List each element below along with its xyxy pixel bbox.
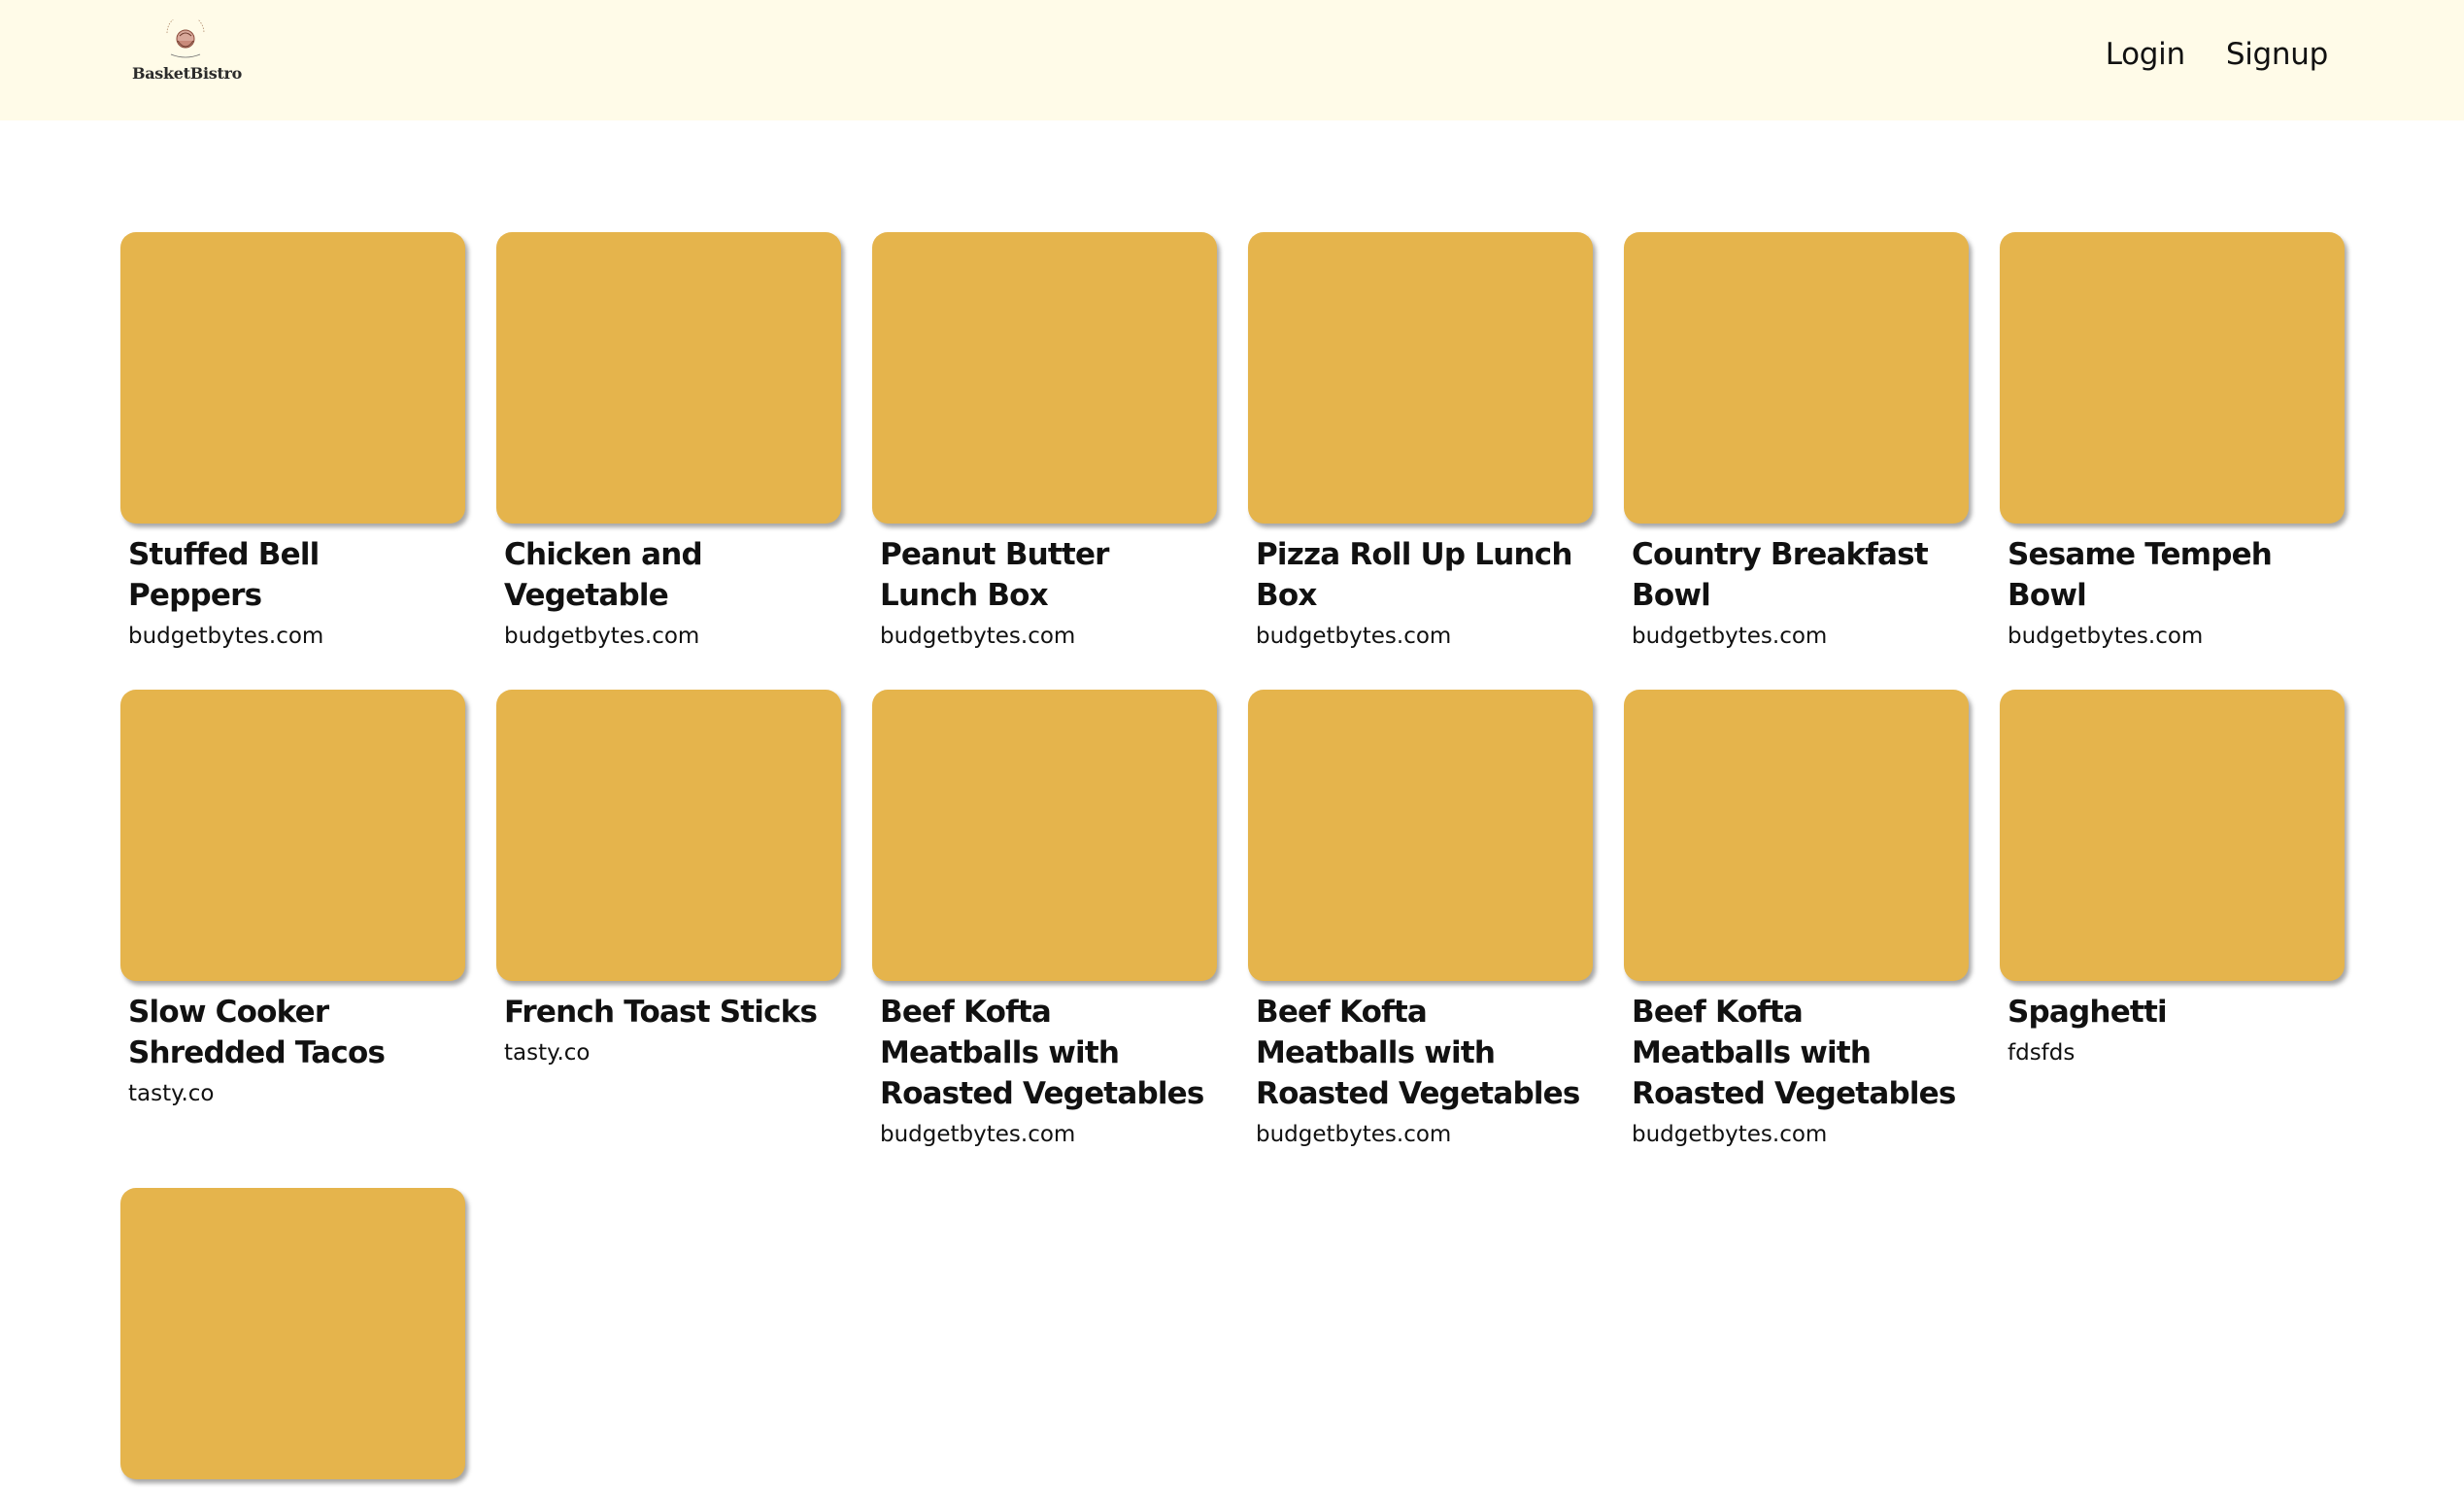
recipe-title[interactable]: Sesame Tempeh Bowl	[2008, 534, 2337, 616]
login-link[interactable]: Login	[2106, 37, 2185, 72]
site-header: BasketBistro Login Signup	[0, 0, 2464, 120]
recipe-source: fdsfds	[2008, 1040, 2076, 1066]
top-nav: Login Signup	[2106, 37, 2329, 72]
recipe-card[interactable]: Country Breakfast Bowl budgetbytes.com	[1624, 232, 1969, 651]
recipe-source: budgetbytes.com	[504, 624, 700, 649]
recipe-card[interactable]	[120, 1188, 465, 1490]
recipe-image[interactable]	[120, 690, 465, 981]
recipe-card[interactable]: Beef Kofta Meatballs with Roasted Vegeta…	[1624, 690, 1969, 1149]
recipe-card[interactable]: Stuffed Bell Peppers budgetbytes.com	[120, 232, 465, 651]
recipe-title[interactable]: Spaghetti	[2008, 992, 2337, 1033]
recipe-image[interactable]	[1248, 232, 1593, 524]
site-logo[interactable]: BasketBistro	[132, 19, 243, 95]
recipe-card[interactable]: Beef Kofta Meatballs with Roasted Vegeta…	[872, 690, 1217, 1149]
recipe-source: budgetbytes.com	[2008, 624, 2204, 649]
recipe-title[interactable]: Slow Cooker Shredded Tacos	[128, 992, 457, 1073]
recipe-image[interactable]	[120, 232, 465, 524]
recipe-source: budgetbytes.com	[128, 624, 324, 649]
recipe-source: tasty.co	[504, 1040, 591, 1066]
logo-text: BasketBistro	[132, 64, 243, 83]
recipe-title[interactable]: Country Breakfast Bowl	[1632, 534, 1961, 616]
recipe-image[interactable]	[496, 690, 841, 981]
recipe-card[interactable]: Pizza Roll Up Lunch Box budgetbytes.com	[1248, 232, 1593, 651]
recipe-image[interactable]	[2000, 232, 2345, 524]
recipe-source: budgetbytes.com	[1256, 1122, 1452, 1147]
recipe-card[interactable]: Chicken and Vegetable budgetbytes.com	[496, 232, 841, 651]
recipe-image[interactable]	[2000, 690, 2345, 981]
recipe-card[interactable]: Sesame Tempeh Bowl budgetbytes.com	[2000, 232, 2345, 651]
recipe-title[interactable]: Stuffed Bell Peppers	[128, 534, 457, 616]
recipe-title[interactable]: Beef Kofta Meatballs with Roasted Vegeta…	[1256, 992, 1585, 1114]
recipe-image[interactable]	[120, 1188, 465, 1479]
recipe-title[interactable]: Pizza Roll Up Lunch Box	[1256, 534, 1585, 616]
recipe-card[interactable]: Slow Cooker Shredded Tacos tasty.co	[120, 690, 465, 1149]
recipe-card[interactable]: French Toast Sticks tasty.co	[496, 690, 841, 1149]
recipe-source: budgetbytes.com	[880, 624, 1076, 649]
recipe-title[interactable]: Beef Kofta Meatballs with Roasted Vegeta…	[880, 992, 1209, 1114]
recipe-image[interactable]	[1624, 232, 1969, 524]
recipe-source: budgetbytes.com	[880, 1122, 1076, 1147]
recipe-source: budgetbytes.com	[1256, 624, 1452, 649]
recipe-source: budgetbytes.com	[1632, 624, 1828, 649]
recipe-image[interactable]	[872, 690, 1217, 981]
recipe-title[interactable]: Peanut Butter Lunch Box	[880, 534, 1209, 616]
signup-link[interactable]: Signup	[2226, 37, 2328, 72]
recipe-title[interactable]: Chicken and Vegetable	[504, 534, 833, 616]
recipe-card[interactable]: Spaghetti fdsfds	[2000, 690, 2345, 1149]
recipe-source: tasty.co	[128, 1081, 215, 1106]
recipe-source: budgetbytes.com	[1632, 1122, 1828, 1147]
recipe-image[interactable]	[872, 232, 1217, 524]
recipe-grid: Stuffed Bell Peppers budgetbytes.com Chi…	[120, 232, 2346, 1490]
recipe-card[interactable]: Beef Kofta Meatballs with Roasted Vegeta…	[1248, 690, 1593, 1149]
basket-logo-icon	[166, 19, 205, 58]
recipe-card[interactable]: Peanut Butter Lunch Box budgetbytes.com	[872, 232, 1217, 651]
recipe-image[interactable]	[1624, 690, 1969, 981]
recipe-image[interactable]	[1248, 690, 1593, 981]
recipe-title[interactable]: French Toast Sticks	[504, 992, 833, 1033]
recipe-title[interactable]: Beef Kofta Meatballs with Roasted Vegeta…	[1632, 992, 1961, 1114]
recipe-image[interactable]	[496, 232, 841, 524]
